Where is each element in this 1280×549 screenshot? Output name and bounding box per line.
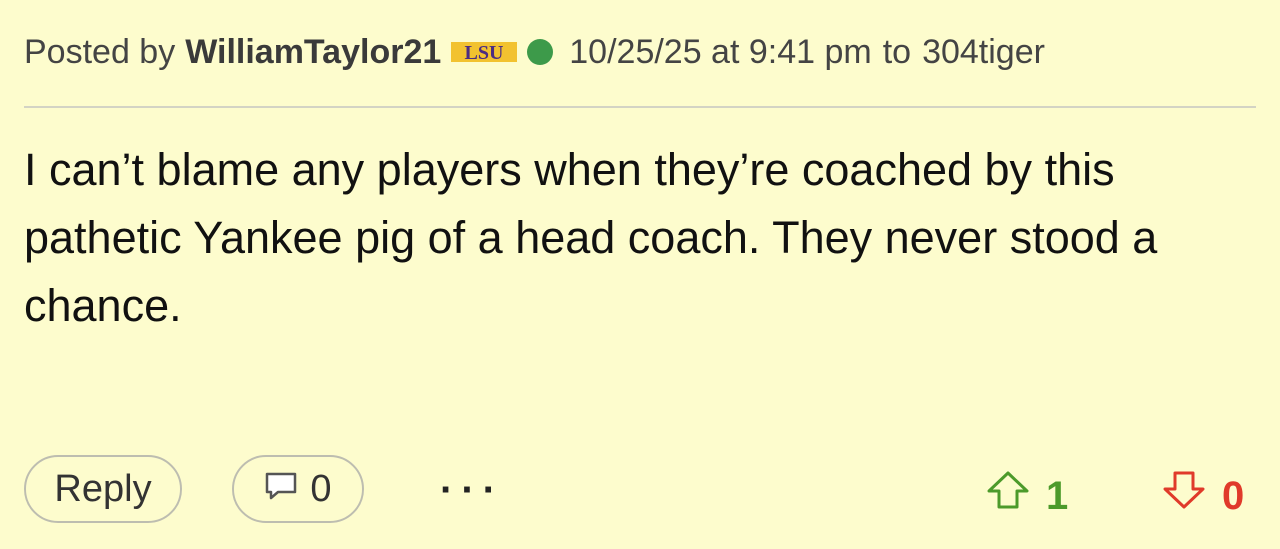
downvote-button[interactable]: 0 xyxy=(1162,470,1244,522)
lsu-logo-text: LSU xyxy=(465,42,504,64)
post-header: Posted by WilliamTaylor21 LSU 10/25/25 a… xyxy=(24,30,1045,74)
forum-post: Posted by WilliamTaylor21 LSU 10/25/25 a… xyxy=(0,0,1280,549)
reply-button[interactable]: Reply xyxy=(24,455,182,523)
lsu-logo-icon: LSU xyxy=(451,39,518,65)
posted-by-label: Posted by xyxy=(24,33,176,71)
downvote-count: 0 xyxy=(1222,474,1245,518)
comment-bubble-icon xyxy=(264,468,298,511)
to-label: to xyxy=(882,33,912,71)
more-options-button[interactable]: ··· xyxy=(440,470,504,510)
downvote-arrow-icon xyxy=(1162,470,1206,522)
online-status-icon xyxy=(527,39,554,65)
upvote-button[interactable]: 1 xyxy=(986,470,1068,522)
comment-count-button[interactable]: 0 xyxy=(232,455,364,523)
post-body: I can’t blame any players when they’re c… xyxy=(24,144,1158,331)
username-link[interactable]: WilliamTaylor21 xyxy=(185,30,441,74)
header-divider xyxy=(24,106,1256,108)
reply-to-user-link[interactable]: 304tiger xyxy=(922,30,1045,74)
upvote-count: 1 xyxy=(1046,474,1069,518)
post-timestamp: 10/25/25 at 9:41 pm xyxy=(569,33,872,71)
comment-count: 0 xyxy=(310,467,332,510)
reply-button-label: Reply xyxy=(54,467,152,510)
upvote-arrow-icon xyxy=(986,470,1030,522)
